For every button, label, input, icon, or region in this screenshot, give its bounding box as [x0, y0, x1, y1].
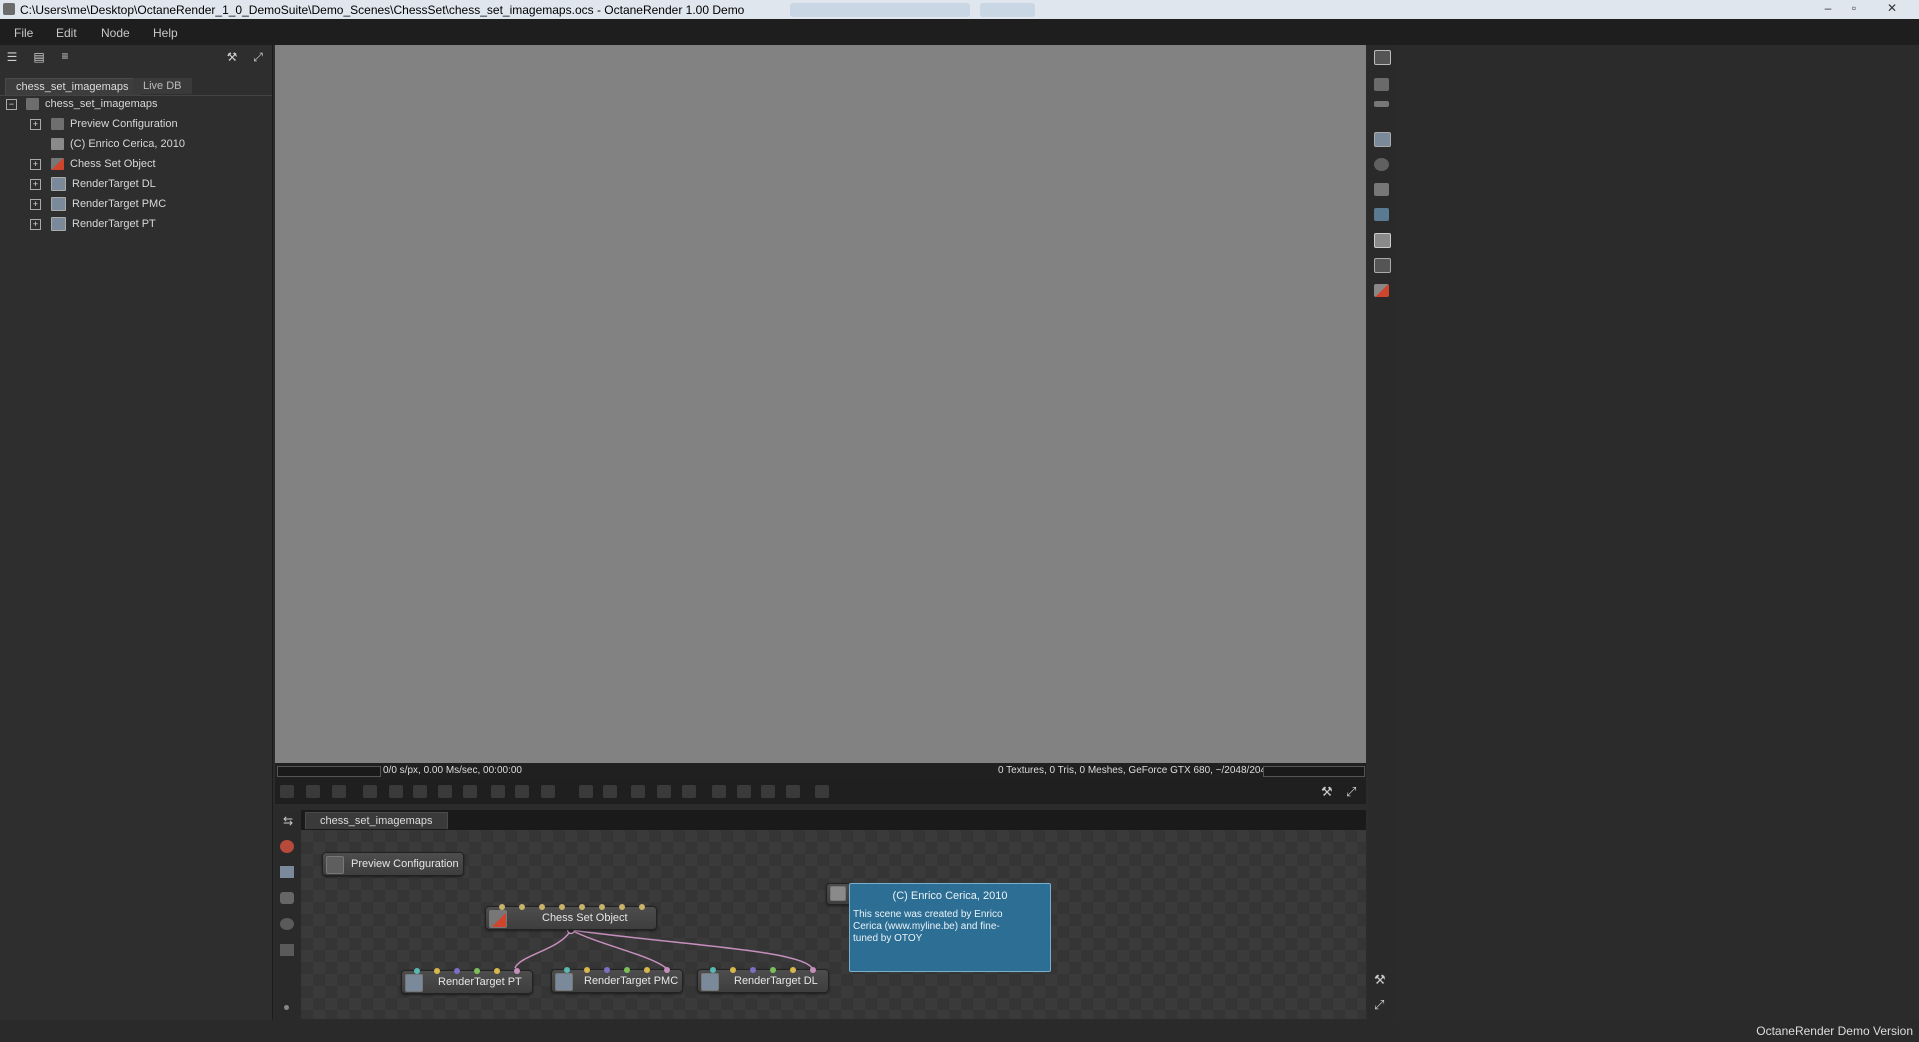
input-pin[interactable]: [619, 904, 625, 910]
layers-icon[interactable]: [1374, 78, 1389, 91]
node-chess-set-object[interactable]: Chess Set Object: [485, 904, 657, 930]
input-pin[interactable]: [414, 968, 420, 974]
input-pin[interactable]: [639, 904, 645, 910]
mesh-icon: [326, 856, 344, 874]
comment-node[interactable]: (C) Enrico Cerica, 2010 This scene was c…: [849, 883, 1051, 972]
collapse-icon[interactable]: [1374, 101, 1389, 107]
node-label: RenderTarget PT: [438, 976, 522, 988]
input-pin[interactable]: [519, 904, 525, 910]
node-rendertarget-dl[interactable]: RenderTarget DL: [697, 967, 829, 993]
wrench-icon[interactable]: ⚒: [1374, 972, 1386, 988]
input-pin[interactable]: [494, 968, 500, 974]
environment-icon[interactable]: [1374, 258, 1391, 273]
input-pin[interactable]: [750, 967, 756, 973]
input-pin[interactable]: [434, 968, 440, 974]
render-target-icon: [405, 974, 423, 992]
node-label: Preview Configuration: [351, 858, 459, 870]
comment-icon: [830, 886, 846, 901]
wire-chess-to-dl: [570, 929, 813, 969]
input-pin[interactable]: [624, 967, 630, 973]
input-pin[interactable]: [599, 904, 605, 910]
node-label: Chess Set Object: [542, 912, 628, 924]
node-inspector-icon[interactable]: [1374, 50, 1391, 65]
node-label: RenderTarget PMC: [584, 975, 679, 987]
input-pin[interactable]: [564, 967, 570, 973]
right-toolbar: ⚒ ⤢: [1368, 45, 1395, 1020]
render-target-icon[interactable]: [1374, 132, 1391, 147]
render-target-icon: [555, 973, 573, 991]
comment-body: This scene was created by Enrico Cerica …: [853, 909, 1003, 944]
node-rendertarget-pt[interactable]: RenderTarget PT: [401, 968, 533, 994]
node-preview-configuration[interactable]: Preview Configuration: [322, 852, 464, 876]
input-pin[interactable]: [664, 967, 670, 973]
node-rendertarget-pmc[interactable]: RenderTarget PMC: [551, 967, 683, 993]
comment-title: (C) Enrico Cerica, 2010: [892, 890, 1008, 902]
input-pin[interactable]: [810, 967, 816, 973]
input-pin[interactable]: [644, 967, 650, 973]
film-icon[interactable]: [1374, 183, 1389, 196]
image-icon[interactable]: [1374, 233, 1391, 248]
wire-chess-to-pt: [514, 929, 572, 969]
input-pin[interactable]: [604, 967, 610, 973]
input-pin[interactable]: [579, 904, 585, 910]
fullscreen-icon[interactable]: ⤢: [1374, 997, 1384, 1013]
input-pin[interactable]: [454, 968, 460, 974]
demo-version-label: OctaneRender Demo Version: [1756, 1024, 1913, 1038]
input-pin[interactable]: [730, 967, 736, 973]
camera-icon[interactable]: [1374, 208, 1389, 221]
texture-icon[interactable]: [1374, 158, 1389, 171]
input-pin[interactable]: [559, 904, 565, 910]
object-icon: [489, 910, 507, 928]
footer-bar: OctaneRender Demo Version: [0, 1020, 1919, 1042]
input-pin[interactable]: [710, 967, 716, 973]
input-pin[interactable]: [514, 968, 520, 974]
input-pin[interactable]: [584, 967, 590, 973]
input-pin[interactable]: [790, 967, 796, 973]
render-target-icon: [701, 973, 719, 991]
object-icon[interactable]: [1374, 284, 1389, 297]
node-label: RenderTarget DL: [734, 975, 818, 987]
input-pin[interactable]: [499, 904, 505, 910]
input-pin[interactable]: [474, 968, 480, 974]
input-pin[interactable]: [770, 967, 776, 973]
input-pin[interactable]: [539, 904, 545, 910]
